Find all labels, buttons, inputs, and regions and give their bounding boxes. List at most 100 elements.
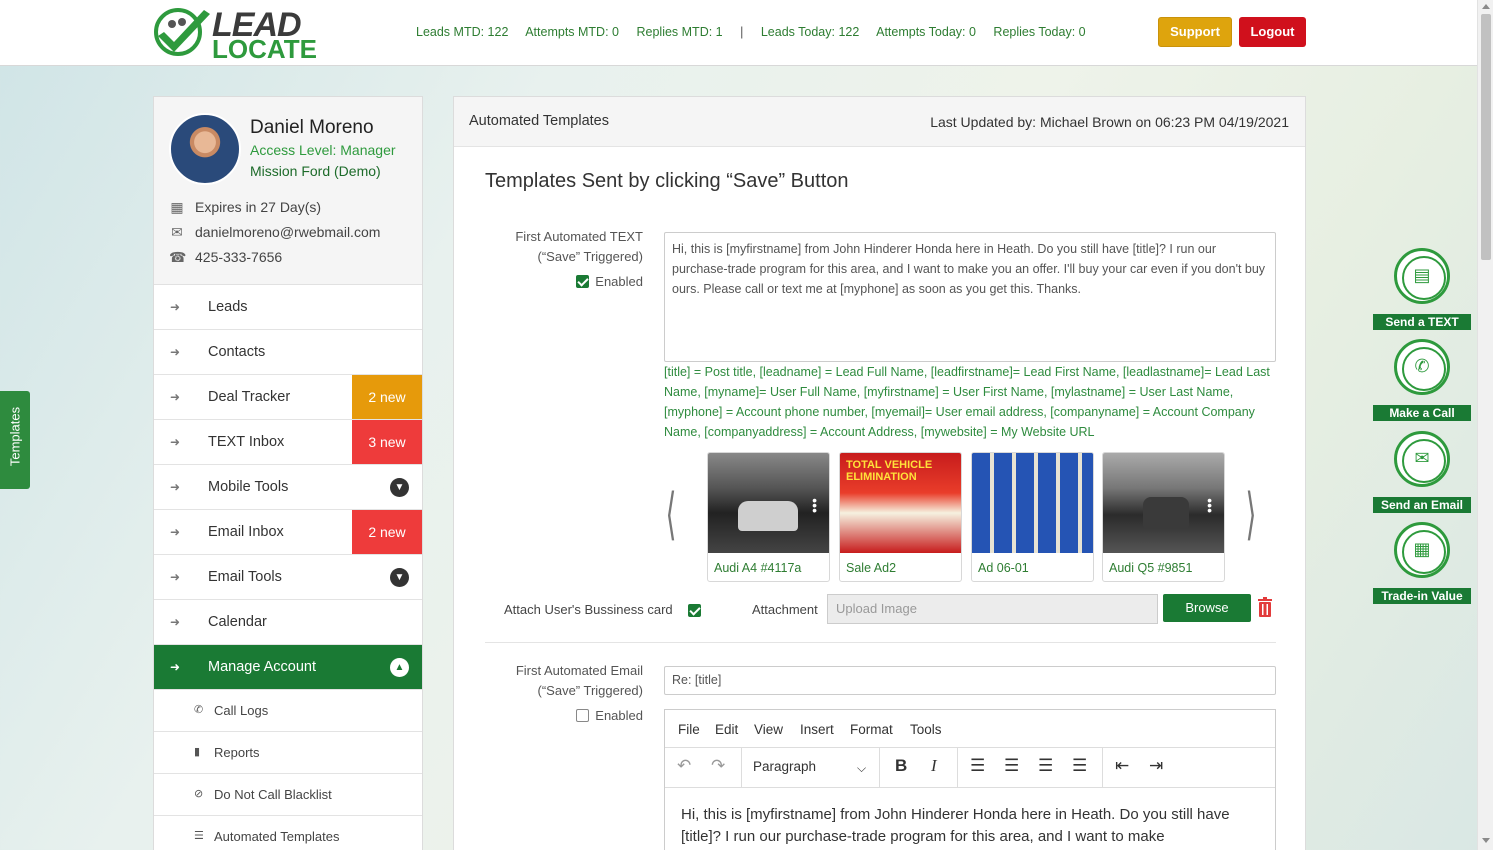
sidebar-item-label: TEXT Inbox	[208, 434, 285, 450]
sidebar-item-deal-tracker[interactable]: ➜ Deal Tracker 2 new	[154, 375, 422, 420]
block-format-select[interactable]: Paragraph	[753, 759, 816, 774]
profile-phone: ☎ 425-333-7656	[169, 249, 282, 266]
profile-expires: ▦ Expires in 27 Day(s)	[169, 199, 321, 216]
sidebar-item-mobile-tools[interactable]: ➜ Mobile Tools ▼	[154, 465, 422, 510]
attachment-label: Attachment	[752, 602, 818, 617]
stat-replies-today: Replies Today: 0	[993, 25, 1086, 39]
email-subject-input[interactable]: Re: [title]	[664, 666, 1276, 695]
indent-icon[interactable]: ⇥	[1149, 756, 1163, 776]
italic-icon[interactable]: I	[931, 756, 937, 776]
text-template-label-line1: First Automated TEXT	[515, 229, 643, 244]
support-button[interactable]: Support	[1158, 17, 1232, 47]
text-template-textarea[interactable]: Hi, this is [myfirstname] from John Hind…	[664, 232, 1276, 362]
sidebar-subitem-label: Reports	[214, 745, 260, 760]
envelope-icon: ✉	[171, 224, 183, 240]
sign-in-icon: ➜	[170, 435, 181, 449]
chevron-down-icon[interactable]: ▼	[390, 568, 409, 587]
chevron-down-icon[interactable]: ⌵	[857, 761, 866, 776]
email-template-enabled[interactable]: Enabled	[516, 706, 643, 726]
editor-menu-format[interactable]: Format	[850, 722, 893, 737]
chevron-down-icon[interactable]: ▼	[390, 478, 409, 497]
more-options-icon[interactable]: • • •	[1207, 493, 1212, 517]
scroll-up-arrow-icon[interactable]	[1482, 4, 1490, 9]
ban-icon: ⊘	[194, 788, 204, 800]
scrollbar-thumb[interactable]	[1481, 14, 1491, 260]
scroll-down-arrow-icon[interactable]	[1482, 838, 1490, 843]
align-left-icon[interactable]: ☰	[970, 756, 985, 776]
attach-card-checkbox[interactable]	[688, 604, 701, 617]
editor-content[interactable]: Hi, this is [myfirstname] from John Hind…	[665, 788, 1275, 850]
media-thumbnail: • • •	[708, 453, 829, 553]
email-template-label-line2: (“Save” Triggered)	[537, 683, 643, 698]
text-inbox-new-badge[interactable]: 3 new	[352, 420, 422, 464]
sidebar-subitem-reports[interactable]: ▮ Reports	[154, 732, 422, 774]
sign-in-icon: ➜	[170, 345, 181, 359]
email-inbox-new-badge[interactable]: 2 new	[352, 510, 422, 554]
browse-button[interactable]: Browse	[1163, 594, 1251, 622]
sidebar-subitem-do-not-call[interactable]: ⊘ Do Not Call Blacklist	[154, 774, 422, 816]
bold-icon[interactable]: B	[895, 756, 907, 776]
editor-menu-file[interactable]: File	[678, 722, 700, 737]
deal-tracker-new-badge[interactable]: 2 new	[352, 375, 422, 419]
carousel-next-icon[interactable]: ⟩	[1245, 482, 1256, 547]
email-icon: ✉	[1394, 431, 1450, 487]
chevron-up-icon[interactable]: ▲	[390, 658, 409, 677]
upload-image-input[interactable]: Upload Image	[827, 594, 1158, 624]
sidebar-subitem-call-logs[interactable]: ✆ Call Logs	[154, 690, 422, 732]
sidebar-item-label: Manage Account	[208, 659, 317, 675]
stats-bar: Leads MTD: 122 Attempts MTD: 0 Replies M…	[416, 25, 1100, 39]
book-icon: ▮	[194, 746, 201, 758]
make-call-label: Make a Call	[1373, 405, 1471, 421]
logout-button[interactable]: Logout	[1239, 17, 1306, 47]
stat-leads-mtd: Leads MTD: 122	[416, 25, 509, 39]
media-card[interactable]: • • • Audi A4 #4117a	[707, 452, 830, 582]
templates-side-tab-label: Templates	[7, 406, 23, 467]
align-justify-icon[interactable]: ☰	[1072, 756, 1087, 776]
media-card[interactable]: TOTAL VEHICLE ELIMINATION Sale Ad2	[839, 452, 962, 582]
sidebar-item-manage-account[interactable]: ➜ Manage Account ▲	[154, 645, 422, 690]
editor-menu-view[interactable]: View	[754, 722, 783, 737]
more-options-icon[interactable]: • • •	[812, 493, 817, 517]
trash-icon[interactable]	[1257, 597, 1273, 617]
sign-in-icon: ➜	[170, 660, 181, 674]
profile-dealer: Mission Ford (Demo)	[250, 163, 381, 179]
media-card[interactable]: • • • Audi Q5 #9851	[1102, 452, 1225, 582]
sign-in-icon: ➜	[170, 390, 181, 404]
sidebar-item-leads[interactable]: ➜ Leads	[154, 285, 422, 330]
outdent-icon[interactable]: ⇤	[1115, 756, 1129, 776]
carousel-prev-icon[interactable]: ⟨	[665, 482, 676, 547]
sidebar-item-email-inbox[interactable]: ➜ Email Inbox 2 new	[154, 510, 422, 555]
top-bar: LEAD LOCATE Leads MTD: 122 Attempts MTD:…	[0, 0, 1477, 66]
logo-word-locate: LOCATE	[212, 34, 317, 64]
email-enabled-checkbox[interactable]	[576, 709, 590, 722]
ad-thumbnail-text: TOTAL VEHICLE ELIMINATION	[846, 459, 933, 483]
editor-menu-insert[interactable]: Insert	[800, 722, 834, 737]
sidebar-item-contacts[interactable]: ➜ Contacts	[154, 330, 422, 375]
page-scrollbar[interactable]	[1477, 0, 1493, 850]
make-call-action[interactable]: ✆ Make a Call	[1373, 339, 1471, 425]
sidebar-item-calendar[interactable]: ➜ Calendar	[154, 600, 422, 645]
lead-locate-logo[interactable]: LEAD LOCATE	[152, 6, 322, 64]
redo-icon[interactable]: ↷	[711, 756, 725, 776]
text-enabled-checkbox[interactable]	[576, 275, 590, 288]
avatar	[169, 113, 241, 185]
sidebar-subitem-automated-templates[interactable]: ☰ Automated Templates	[154, 816, 422, 850]
sidebar-item-email-tools[interactable]: ➜ Email Tools ▼	[154, 555, 422, 600]
profile-expires-text: Expires in 27 Day(s)	[195, 199, 322, 215]
trade-in-value-action[interactable]: ▦ Trade-in Value	[1373, 522, 1471, 608]
profile-email-text: danielmoreno@rwebmail.com	[195, 224, 381, 240]
media-card[interactable]: Ad 06-01	[971, 452, 1094, 582]
editor-menu-tools[interactable]: Tools	[910, 722, 942, 737]
text-template-enabled[interactable]: Enabled	[515, 272, 643, 292]
templates-side-tab[interactable]: Templates	[0, 391, 30, 489]
align-right-icon[interactable]: ☰	[1038, 756, 1053, 776]
placeholder-help-text: [title] = Post title, [leadname] = Lead …	[664, 365, 1270, 439]
sidebar-item-label: Deal Tracker	[208, 389, 291, 405]
editor-menu-edit[interactable]: Edit	[715, 722, 738, 737]
undo-icon[interactable]: ↶	[677, 756, 691, 776]
align-center-icon[interactable]: ☰	[1004, 756, 1019, 776]
profile-access-level: Access Level: Manager	[250, 142, 396, 158]
sidebar-item-text-inbox[interactable]: ➜ TEXT Inbox 3 new	[154, 420, 422, 465]
send-email-action[interactable]: ✉ Send an Email	[1373, 431, 1471, 517]
send-text-action[interactable]: ▤ Send a TEXT	[1373, 248, 1471, 334]
